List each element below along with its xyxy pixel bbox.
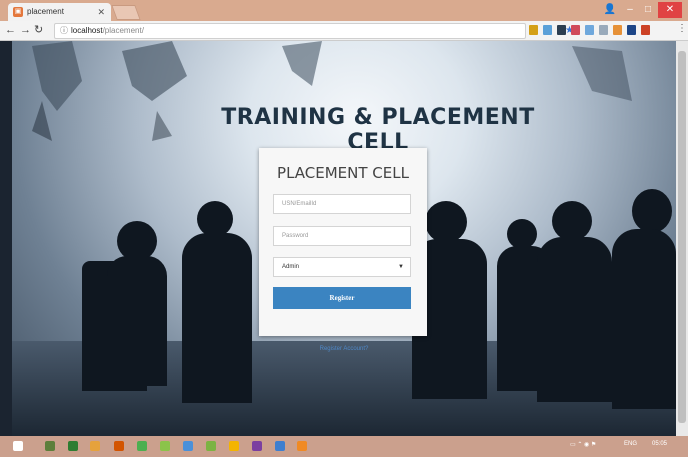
role-select-value: Admin bbox=[282, 264, 300, 270]
taskbar-app-icon[interactable] bbox=[252, 441, 262, 451]
chrome-menu-icon[interactable]: ⋮ bbox=[677, 23, 687, 34]
extension-icon[interactable] bbox=[613, 25, 622, 35]
card-title: PLACEMENT CELL bbox=[277, 164, 409, 182]
person-silhouette bbox=[425, 201, 467, 243]
tray-icons[interactable]: ▭ ⌃ ◉ ⚑ bbox=[570, 441, 596, 448]
taskbar-app-icon[interactable] bbox=[297, 441, 307, 451]
clock[interactable]: 05:05 bbox=[652, 441, 667, 447]
url-text: localhost/placement/ bbox=[71, 26, 144, 35]
new-tab-button[interactable] bbox=[111, 5, 141, 20]
taskbar-app-icon[interactable] bbox=[114, 441, 124, 451]
browser-tabstrip: ▣ placement ✕ 👤 – □ ✕ bbox=[0, 0, 688, 21]
user-profile-icon[interactable]: 👤 bbox=[603, 2, 617, 18]
taskbar-app-icon[interactable] bbox=[45, 441, 55, 451]
back-icon[interactable]: ← bbox=[5, 23, 16, 38]
register-button[interactable]: Register bbox=[273, 287, 411, 309]
role-select[interactable]: Admin ▼ bbox=[273, 257, 411, 277]
taskbar-app-icon[interactable] bbox=[137, 441, 147, 451]
person-silhouette bbox=[107, 256, 167, 386]
reload-icon[interactable]: ↻ bbox=[34, 23, 43, 38]
person-silhouette bbox=[552, 201, 592, 241]
taskbar-app-icon[interactable] bbox=[206, 441, 216, 451]
close-window-button[interactable]: ✕ bbox=[658, 2, 682, 18]
person-silhouette bbox=[632, 189, 672, 233]
taskbar-app-icon[interactable] bbox=[90, 441, 100, 451]
start-icon[interactable] bbox=[13, 441, 23, 451]
extension-icon[interactable] bbox=[571, 25, 580, 35]
browser-toolbar: ← → ↻ ⓘ localhost/placement/ ★ ⋮ bbox=[0, 21, 688, 41]
dropdown-arrow-icon: ▼ bbox=[398, 264, 404, 270]
extension-icon[interactable] bbox=[599, 25, 608, 35]
extension-icon[interactable] bbox=[585, 25, 594, 35]
extension-icon[interactable] bbox=[627, 25, 636, 35]
person-silhouette bbox=[197, 201, 233, 237]
taskbar-app-icon[interactable] bbox=[229, 441, 239, 451]
taskbar: ▭ ⌃ ◉ ⚑ ENG 05:05 bbox=[0, 436, 688, 457]
person-silhouette bbox=[182, 233, 252, 403]
person-silhouette bbox=[117, 221, 157, 261]
taskbar-app-icon[interactable] bbox=[275, 441, 285, 451]
address-bar[interactable]: ⓘ localhost/placement/ ★ bbox=[54, 23, 574, 39]
page-viewport: TRAINING & PLACEMENT CELL PLACEMENT CELL… bbox=[12, 41, 676, 436]
extension-icon[interactable] bbox=[529, 25, 538, 35]
person-silhouette bbox=[537, 237, 612, 402]
language-indicator[interactable]: ENG bbox=[624, 441, 637, 447]
minimize-button[interactable]: – bbox=[622, 2, 638, 18]
forward-icon[interactable]: → bbox=[20, 23, 31, 38]
tab-title: placement bbox=[27, 7, 64, 16]
taskbar-app-icon[interactable] bbox=[160, 441, 170, 451]
person-silhouette bbox=[507, 219, 537, 249]
taskbar-app-icon[interactable] bbox=[68, 441, 78, 451]
taskbar-app-icon[interactable] bbox=[183, 441, 193, 451]
info-icon: ⓘ bbox=[60, 26, 68, 35]
login-card: PLACEMENT CELL USN/EmailId Password Admi… bbox=[259, 148, 427, 336]
extension-icon[interactable] bbox=[557, 25, 566, 35]
person-silhouette bbox=[612, 229, 676, 409]
usn-email-input[interactable]: USN/EmailId bbox=[273, 194, 411, 214]
favicon-icon: ▣ bbox=[13, 7, 23, 17]
browser-tab[interactable]: ▣ placement ✕ bbox=[8, 3, 111, 21]
maximize-button[interactable]: □ bbox=[640, 2, 656, 18]
scrollbar-thumb[interactable] bbox=[678, 51, 686, 423]
password-input[interactable]: Password bbox=[273, 226, 411, 246]
extension-icon[interactable] bbox=[641, 25, 650, 35]
tab-close-icon[interactable]: ✕ bbox=[97, 3, 105, 21]
page-scrollbar[interactable] bbox=[676, 41, 688, 436]
register-account-link[interactable]: Register Account? bbox=[312, 346, 376, 352]
extension-icon[interactable] bbox=[543, 25, 552, 35]
